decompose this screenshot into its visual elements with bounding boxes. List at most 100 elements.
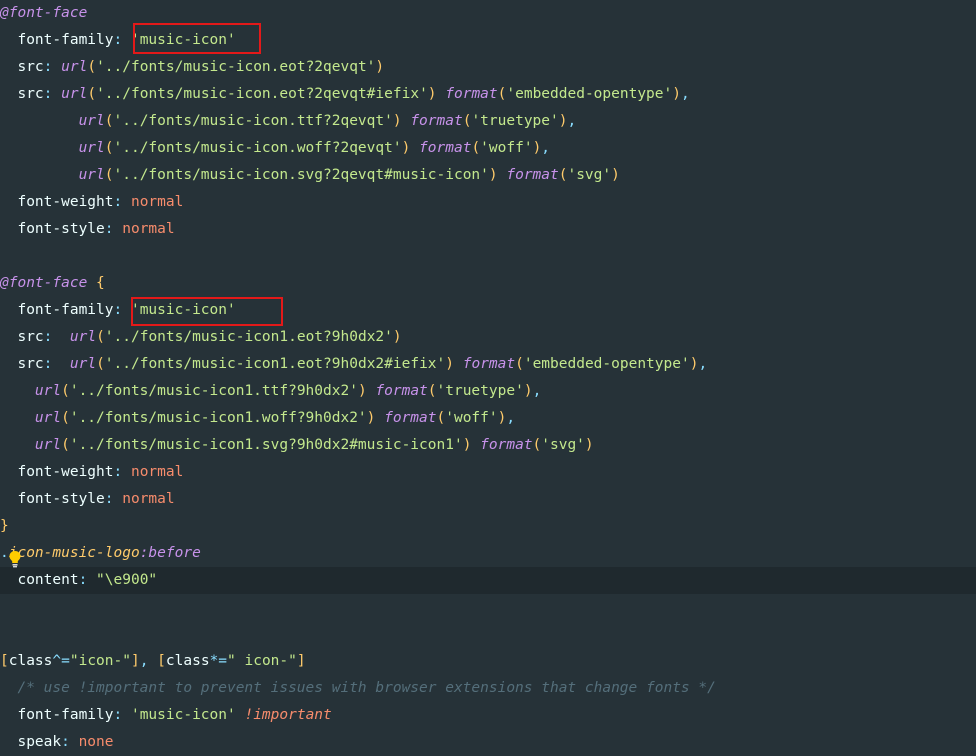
code-token: " icon-" xyxy=(227,653,297,669)
code-token: : xyxy=(104,491,123,507)
code-token: '../fonts/music-icon1.eot?9h0dx2#iefix' xyxy=(104,356,446,372)
code-line[interactable]: url('../fonts/music-icon1.ttf?9h0dx2') f… xyxy=(0,378,976,405)
code-token: ) xyxy=(584,437,594,453)
code-token: ( xyxy=(104,167,114,183)
code-line[interactable]: content: "\e900" xyxy=(0,567,976,594)
code-token: font-style xyxy=(0,491,105,507)
code-editor[interactable]: @font-face font-family: 'music-icon' src… xyxy=(0,0,976,755)
code-token: , xyxy=(541,140,551,156)
code-line[interactable]: font-style: normal xyxy=(0,216,976,243)
code-line[interactable]: url('../fonts/music-icon1.svg?9h0dx2#mus… xyxy=(0,432,976,459)
code-token: src xyxy=(0,329,44,345)
code-token: url xyxy=(61,86,88,102)
code-token: 'embedded-opentype' xyxy=(523,356,690,372)
code-line[interactable]: /* use !important to prevent issues with… xyxy=(0,675,976,702)
code-token: , xyxy=(698,356,708,372)
code-token: '../fonts/music-icon1.svg?9h0dx2#music-i… xyxy=(69,437,463,453)
code-line[interactable] xyxy=(0,594,976,621)
code-token: 'woff' xyxy=(445,410,498,426)
code-token: normal xyxy=(130,194,184,210)
code-token: , xyxy=(532,383,542,399)
code-token: font-family xyxy=(0,32,114,48)
code-token: ^= xyxy=(52,653,70,669)
code-token: ) xyxy=(427,86,437,102)
code-line[interactable]: [class^="icon-"], [class*=" icon-"] xyxy=(0,648,976,675)
code-token: speak xyxy=(0,734,62,750)
code-token: url xyxy=(0,410,62,426)
code-line[interactable]: url('../fonts/music-icon1.woff?9h0dx2') … xyxy=(0,405,976,432)
code-token: format xyxy=(410,140,472,156)
code-token: ) xyxy=(357,383,367,399)
code-token: font-family xyxy=(0,302,114,318)
code-token: src xyxy=(0,86,44,102)
code-line[interactable]: font-style: normal xyxy=(0,486,976,513)
code-token: url xyxy=(0,383,62,399)
lightbulb-icon[interactable] xyxy=(8,550,22,568)
code-token: ( xyxy=(61,410,70,426)
code-token: '../fonts/music-icon1.woff?9h0dx2' xyxy=(69,410,367,426)
code-token: ( xyxy=(96,356,105,372)
code-token: font-weight xyxy=(0,464,114,480)
code-line[interactable]: font-weight: normal xyxy=(0,189,976,216)
code-token: : xyxy=(104,221,123,237)
code-line[interactable] xyxy=(0,243,976,270)
code-token: ) xyxy=(375,59,385,75)
code-token: ( xyxy=(515,356,524,372)
code-line[interactable]: url('../fonts/music-icon.woff?2qevqt') f… xyxy=(0,135,976,162)
code-token: '../fonts/music-icon1.ttf?9h0dx2' xyxy=(69,383,358,399)
code-token: 'truetype' xyxy=(471,113,559,129)
highlight-box-1 xyxy=(133,23,261,54)
code-token: : xyxy=(43,59,62,75)
code-token: , xyxy=(506,410,516,426)
code-token: format xyxy=(375,410,437,426)
code-line[interactable]: @font-face { xyxy=(0,270,976,297)
code-token: url xyxy=(0,113,105,129)
code-line[interactable]: url('../fonts/music-icon.ttf?2qevqt') fo… xyxy=(0,108,976,135)
code-token: ] xyxy=(130,653,140,669)
code-token: ) xyxy=(392,329,402,345)
code-token: : xyxy=(113,464,131,480)
code-token: class xyxy=(165,653,210,669)
code-line[interactable]: font-weight: normal xyxy=(0,459,976,486)
code-token: 'music-icon' xyxy=(130,707,236,723)
code-token: : xyxy=(113,707,131,723)
code-token: : xyxy=(43,86,62,102)
code-token: url xyxy=(61,59,88,75)
code-token: { xyxy=(87,275,105,291)
code-token: class xyxy=(8,653,53,669)
code-token: '../fonts/music-icon.eot?2qevqt' xyxy=(96,59,376,75)
highlight-box-2 xyxy=(131,297,283,326)
code-token: : xyxy=(61,734,79,750)
code-line[interactable]: src: url('../fonts/music-icon1.eot?9h0dx… xyxy=(0,351,976,378)
code-token: : xyxy=(43,329,70,345)
code-token: ( xyxy=(96,329,105,345)
code-token: @font-face xyxy=(0,5,88,21)
code-line[interactable]: } xyxy=(0,513,976,540)
code-token: , xyxy=(567,113,577,129)
code-line[interactable]: font-family: 'music-icon' !important xyxy=(0,702,976,729)
code-token: none xyxy=(78,734,114,750)
code-token: font-family xyxy=(0,707,114,723)
code-token: 'embedded-opentype' xyxy=(506,86,673,102)
code-token: ( xyxy=(532,437,542,453)
code-token: icon-music-logo xyxy=(8,545,140,561)
code-token: ) xyxy=(672,86,681,102)
code-token: 'woff' xyxy=(480,140,533,156)
code-token: 'svg' xyxy=(541,437,585,453)
code-token: url xyxy=(69,356,97,372)
code-token: '../fonts/music-icon.woff?2qevqt' xyxy=(113,140,402,156)
code-line[interactable]: src: url('../fonts/music-icon.eot?2qevqt… xyxy=(0,81,976,108)
code-token: src xyxy=(0,59,44,75)
code-token: : xyxy=(43,356,70,372)
code-token: [ xyxy=(0,653,9,669)
code-line[interactable]: .icon-music-logo:before xyxy=(0,540,976,567)
code-token: !important xyxy=(235,707,332,723)
code-line[interactable]: speak: none xyxy=(0,729,976,756)
code-token: ) xyxy=(445,356,454,372)
code-line[interactable]: src: url('../fonts/music-icon.eot?2qevqt… xyxy=(0,54,976,81)
code-line[interactable]: src: url('../fonts/music-icon1.eot?9h0dx… xyxy=(0,324,976,351)
code-token: '../fonts/music-icon.eot?2qevqt#iefix' xyxy=(96,86,428,102)
code-token: format xyxy=(454,356,516,372)
code-line[interactable]: url('../fonts/music-icon.svg?2qevqt#musi… xyxy=(0,162,976,189)
code-line[interactable] xyxy=(0,621,976,648)
